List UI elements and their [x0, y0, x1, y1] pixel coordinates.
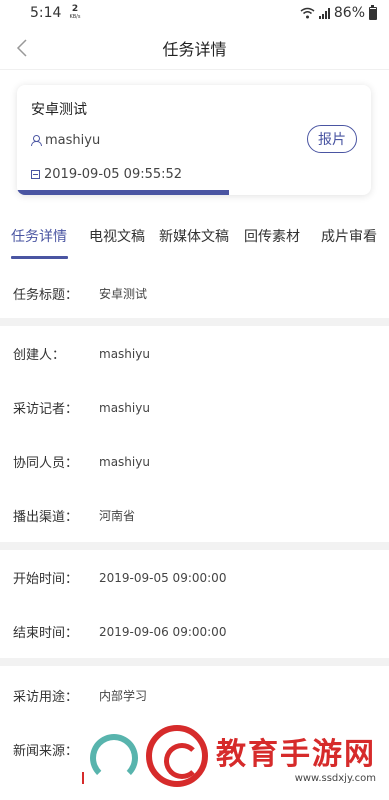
detail-row-end-time: 结束时间： 2019-09-06 09:00:00: [13, 622, 227, 642]
detail-row-reporter: 采访记者： mashiyu: [13, 398, 150, 418]
status-time: 5:14: [30, 5, 62, 21]
net-speed-indicator: 2 KB/s: [69, 5, 80, 21]
task-progress-fill: [17, 190, 230, 195]
detail-row-task-title: 任务标题： 安卓测试: [13, 284, 147, 303]
bottom-marker: [82, 772, 84, 784]
tab-final-review[interactable]: 成片审看: [321, 226, 377, 246]
watermark-logo: 教育手游网 www.ssdxjy.com: [84, 712, 389, 800]
task-card-time-value: 2019-09-05 09:55:52: [44, 167, 183, 182]
detail-value: 2019-09-05 09:00:00: [99, 570, 227, 585]
detail-label: 结束时间：: [13, 626, 79, 641]
detail-label: 采访记者：: [13, 402, 79, 417]
detail-label: 开始时间：: [13, 572, 79, 587]
detail-value: mashiyu: [99, 454, 150, 469]
net-speed-value: 2: [71, 4, 79, 14]
task-progress-bar: [17, 190, 371, 195]
detail-row-purpose: 采访用途： 内部学习: [13, 686, 147, 705]
battery-percent: 86%: [333, 5, 365, 21]
tab-active-indicator: [11, 256, 68, 259]
detail-label: 协同人员：: [13, 456, 79, 471]
detail-value: 2019-09-06 09:00:00: [99, 624, 227, 639]
detail-value: 安卓测试: [99, 287, 148, 301]
tab-returned-materials[interactable]: 回传素材: [244, 226, 300, 246]
watermark-text-group: 教育手游网 www.ssdxjy.com: [216, 729, 376, 784]
net-speed-unit: KB/s: [69, 14, 81, 20]
status-bar: 5:14 2 KB/s 86%: [0, 0, 389, 26]
task-card-user: mashiyu: [31, 133, 100, 148]
section-divider: [0, 318, 389, 326]
chevron-left-icon: [16, 39, 27, 57]
detail-label: 任务标题：: [13, 288, 79, 303]
detail-label: 创建人：: [13, 348, 66, 363]
task-card-time: 2019-09-05 09:55:52: [31, 167, 182, 182]
status-left: 5:14 2 KB/s: [30, 5, 80, 22]
tab-new-media-script[interactable]: 新媒体文稿: [159, 226, 229, 246]
task-card[interactable]: 安卓测试 mashiyu 2019-09-05 09:55:52 报片: [17, 85, 371, 195]
nav-bar: 任务详情: [0, 26, 389, 70]
battery-icon: [369, 4, 377, 20]
user-icon: [31, 135, 42, 146]
tab-task-details[interactable]: 任务详情: [11, 226, 67, 246]
detail-value: mashiyu: [99, 400, 150, 415]
tab-bar: 任务详情 电视文稿 新媒体文稿 回传素材 成片审看: [0, 220, 389, 260]
section-divider: [0, 542, 389, 550]
watermark-text: 教育手游网: [216, 736, 376, 772]
detail-value: 河南省: [99, 509, 136, 523]
section-divider: [0, 658, 389, 666]
task-card-title: 安卓测试: [31, 102, 87, 118]
watermark-swirl: [90, 734, 138, 782]
tab-tv-script[interactable]: 电视文稿: [89, 226, 145, 246]
page-title: 任务详情: [162, 39, 227, 59]
detail-label: 播出渠道：: [13, 510, 79, 525]
wifi-icon: [300, 7, 315, 19]
task-card-user-name: mashiyu: [45, 133, 101, 148]
detail-row-start-time: 开始时间： 2019-09-05 09:00:00: [13, 568, 227, 588]
detail-value: mashiyu: [99, 346, 150, 361]
watermark-url: www.ssdxjy.com: [294, 772, 376, 784]
signal-icon: [318, 7, 330, 19]
watermark-emblem-icon: [146, 725, 208, 787]
calendar-icon: [31, 170, 40, 179]
detail-row-creator: 创建人： mashiyu: [13, 344, 150, 364]
status-right: 86%: [300, 4, 377, 21]
report-button[interactable]: 报片: [307, 125, 357, 153]
detail-row-channel: 播出渠道： 河南省: [13, 506, 135, 525]
detail-label: 采访用途：: [13, 690, 79, 705]
detail-row-collaborator: 协同人员： mashiyu: [13, 452, 150, 472]
back-button[interactable]: [10, 36, 34, 60]
detail-value: 内部学习: [99, 689, 148, 703]
